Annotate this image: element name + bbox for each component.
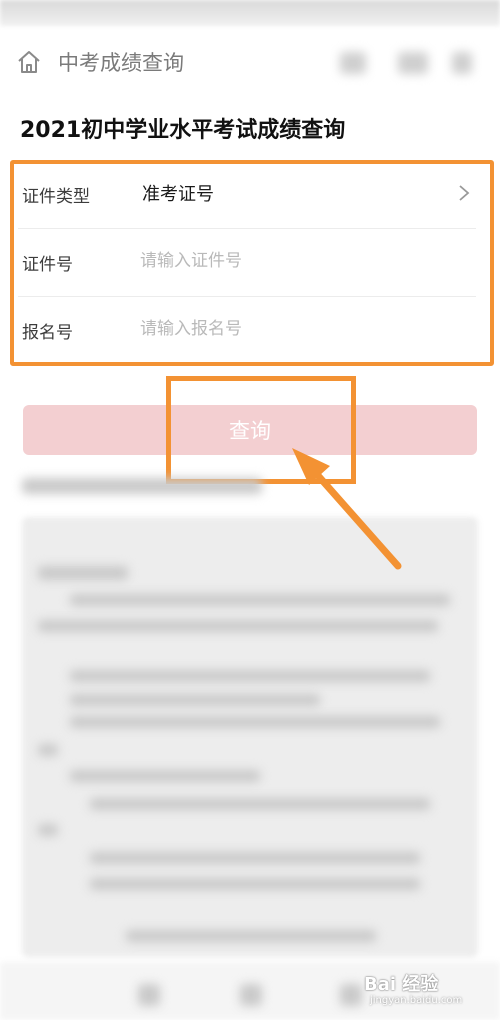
watermark-subtext: jingyan.baidu.com bbox=[370, 995, 463, 1006]
id-type-label: 证件类型 bbox=[22, 187, 90, 207]
bottom-nav-item[interactable] bbox=[340, 984, 362, 1006]
blurred-text-line bbox=[126, 930, 376, 942]
baidu-jingyan-watermark: Bai 经验 jingyan.baidu.com bbox=[364, 968, 474, 1014]
watermark-text: Bai 经验 bbox=[364, 974, 439, 995]
status-bar bbox=[0, 0, 500, 26]
nav-action-blur[interactable] bbox=[340, 52, 366, 74]
home-icon[interactable] bbox=[16, 49, 42, 75]
id-number-row: 证件号 bbox=[14, 228, 480, 295]
nav-bar: 中考成绩查询 bbox=[0, 36, 500, 88]
blurred-text-line bbox=[70, 694, 320, 706]
id-type-row[interactable]: 证件类型 准考证号 bbox=[14, 160, 480, 227]
blurred-text-line bbox=[38, 566, 128, 580]
page-title: 2021初中学业水平考试成绩查询 bbox=[20, 118, 346, 143]
blurred-text-line bbox=[70, 670, 430, 682]
blurred-text-line bbox=[70, 770, 260, 782]
blurred-text-line bbox=[70, 594, 450, 606]
registration-number-row: 报名号 bbox=[14, 296, 480, 363]
blurred-text-line bbox=[90, 878, 420, 890]
query-button[interactable]: 查询 bbox=[23, 405, 477, 455]
id-number-input[interactable] bbox=[140, 244, 460, 278]
bottom-nav-item[interactable] bbox=[240, 984, 262, 1006]
blurred-text-line bbox=[90, 852, 420, 864]
registration-number-label: 报名号 bbox=[22, 323, 73, 343]
chevron-right-icon[interactable] bbox=[458, 184, 470, 202]
blurred-notice-panel bbox=[22, 517, 478, 957]
blurred-text-line bbox=[38, 824, 58, 836]
blurred-text-line bbox=[38, 744, 58, 756]
blurred-text-line bbox=[90, 798, 430, 810]
nav-action-blur[interactable] bbox=[398, 52, 428, 74]
bottom-nav-item[interactable] bbox=[138, 984, 160, 1006]
blurred-text-line bbox=[70, 716, 440, 728]
id-number-label: 证件号 bbox=[22, 255, 73, 275]
nav-action-blur[interactable] bbox=[452, 52, 472, 74]
query-form: 证件类型 准考证号 证件号 报名号 bbox=[10, 160, 494, 366]
id-type-value[interactable]: 准考证号 bbox=[142, 180, 214, 206]
nav-title: 中考成绩查询 bbox=[58, 51, 184, 75]
blurred-update-text bbox=[22, 478, 262, 494]
blurred-text-line bbox=[38, 620, 438, 632]
registration-number-input[interactable] bbox=[140, 312, 460, 346]
